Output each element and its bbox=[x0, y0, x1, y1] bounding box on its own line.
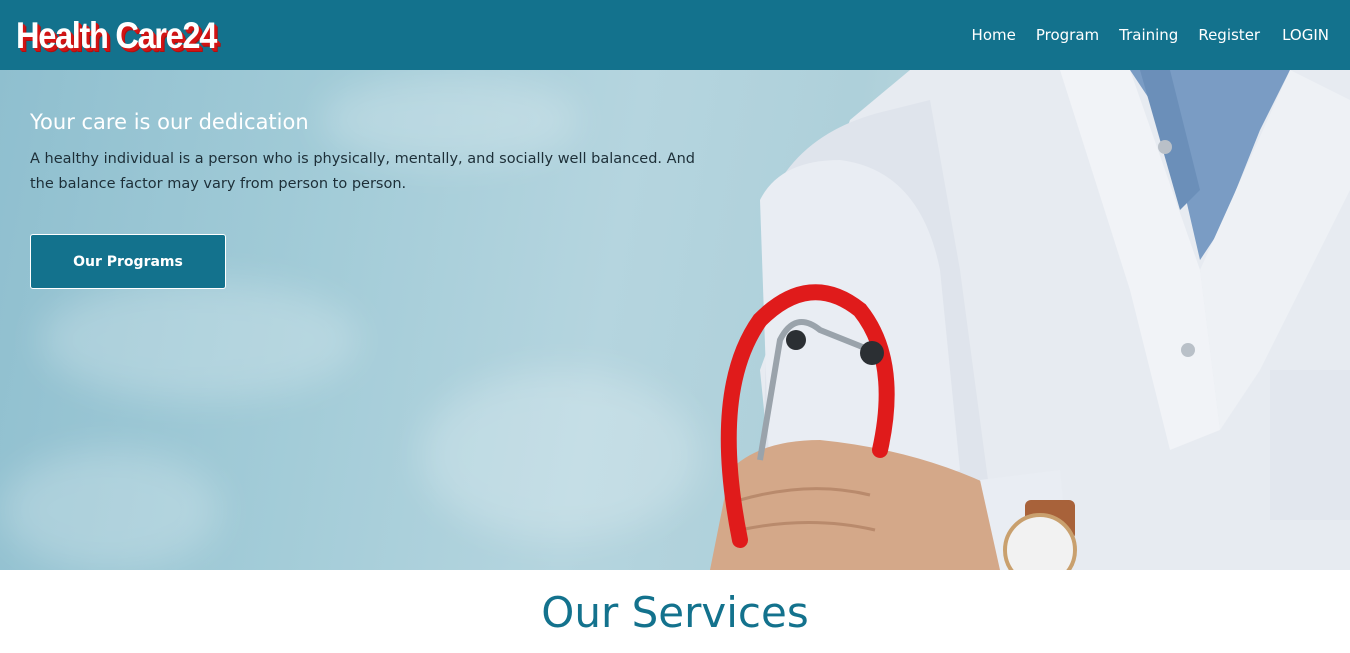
nav-link-program[interactable]: Program bbox=[1036, 26, 1099, 44]
services-heading: Our Services bbox=[541, 588, 809, 637]
nav-link-training[interactable]: Training bbox=[1119, 26, 1178, 44]
our-programs-button[interactable]: Our Programs bbox=[30, 234, 226, 289]
hero-title: Your care is our dedication bbox=[30, 110, 309, 134]
background-cloud bbox=[0, 450, 220, 570]
background-cloud bbox=[40, 280, 360, 400]
doctor-image bbox=[710, 70, 1350, 570]
hero-banner: Your care is our dedication A healthy in… bbox=[0, 70, 1350, 570]
hero-description: A healthy individual is a person who is … bbox=[30, 151, 695, 192]
brand-logo[interactable]: Health Care24 bbox=[16, 17, 217, 54]
nav-link-register[interactable]: Register bbox=[1198, 26, 1260, 44]
nav-link-login[interactable]: LOGIN bbox=[1282, 26, 1329, 44]
nav-menu: Home Program Training Register LOGIN bbox=[952, 26, 1329, 44]
background-cloud bbox=[420, 370, 700, 540]
nav-link-home[interactable]: Home bbox=[972, 26, 1016, 44]
top-navbar: Health Care24 Home Program Training Regi… bbox=[0, 0, 1350, 70]
